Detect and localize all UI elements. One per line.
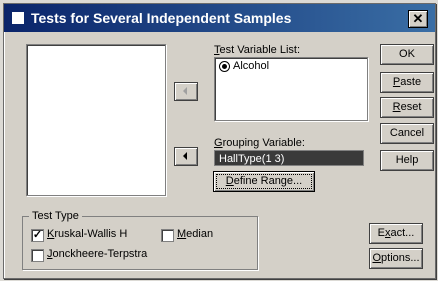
- paste-button[interactable]: Paste: [380, 72, 434, 93]
- move-to-test-list-button[interactable]: [174, 82, 198, 101]
- source-variable-list[interactable]: [26, 44, 166, 196]
- test-variable-list[interactable]: Alcohol: [214, 57, 368, 121]
- options-button[interactable]: Options...: [369, 248, 423, 269]
- grouping-variable-label: Grouping Variable:: [214, 137, 305, 149]
- reset-button[interactable]: Reset: [380, 97, 434, 118]
- window-title: Tests for Several Independent Samples: [31, 10, 292, 26]
- window-icon: [12, 12, 24, 24]
- scale-variable-icon: [219, 60, 230, 72]
- close-button[interactable]: ✕: [408, 10, 428, 28]
- jonckheere-terpstra-label: Jonckheere-Terpstra: [47, 248, 148, 260]
- move-to-grouping-button[interactable]: [174, 147, 198, 166]
- grouping-variable-field[interactable]: HallType(1 3): [214, 150, 364, 166]
- title-bar: Tests for Several Independent Samples ✕: [4, 4, 435, 32]
- define-range-button[interactable]: Define Range...: [213, 171, 315, 192]
- arrow-left-icon: [183, 152, 187, 160]
- test-variable-list-label: Test Variable List:: [214, 44, 301, 56]
- ok-button[interactable]: OK: [380, 44, 434, 65]
- test-type-group: Test Type ✓ Kruskal-Wallis H Median Jonc…: [22, 210, 258, 270]
- exact-button[interactable]: Exact...: [369, 223, 423, 244]
- list-item[interactable]: Alcohol: [219, 60, 269, 72]
- help-button[interactable]: Help: [380, 150, 434, 171]
- jonckheere-terpstra-checkbox[interactable]: [31, 249, 44, 262]
- kruskal-wallis-label: Kruskal-Wallis H: [47, 228, 128, 240]
- median-label: Median: [177, 228, 214, 240]
- dialog-window: Tests for Several Independent Samples ✕ …: [3, 3, 436, 279]
- test-type-legend: Test Type: [29, 210, 82, 222]
- cancel-button[interactable]: Cancel: [380, 123, 434, 144]
- arrow-left-icon: [183, 87, 187, 95]
- median-checkbox[interactable]: [161, 229, 174, 242]
- list-item-label: Alcohol: [233, 60, 270, 72]
- kruskal-wallis-checkbox[interactable]: ✓: [31, 229, 44, 242]
